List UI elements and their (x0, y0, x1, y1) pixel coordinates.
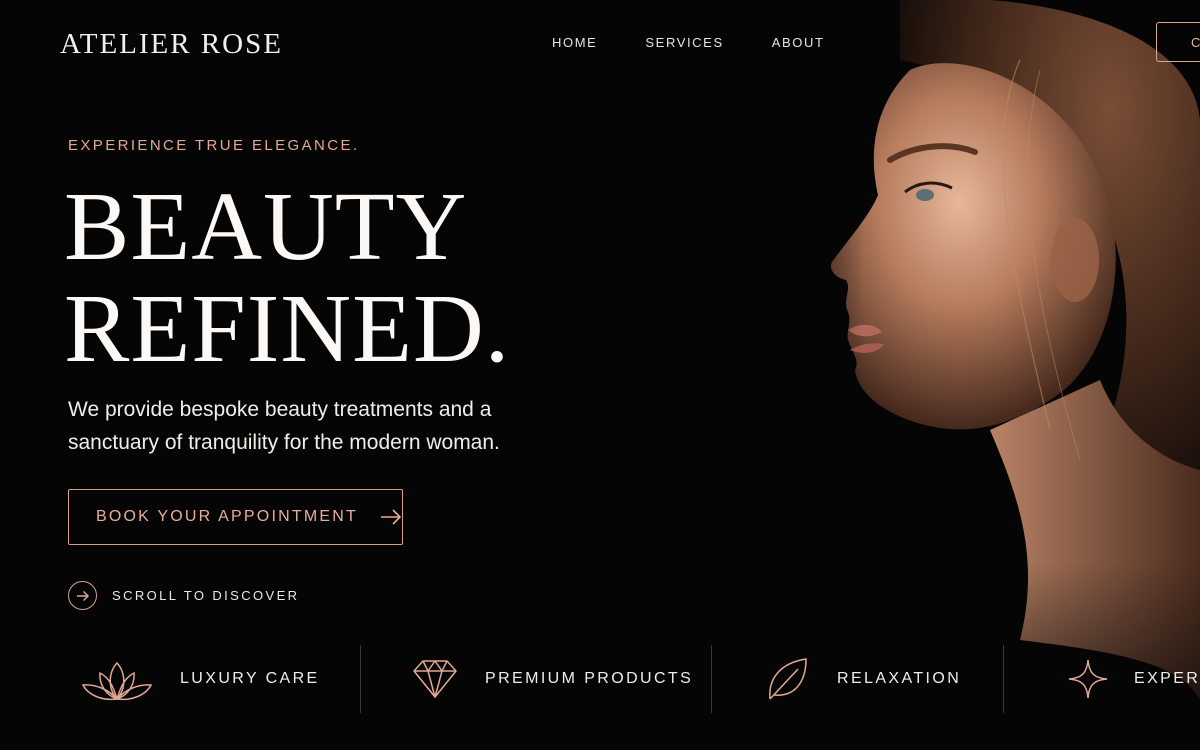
feature-bar: LUXURY CARE PREMIUM PRODUCTS RELAXATION (0, 645, 1200, 713)
hero-portrait-image (720, 0, 1200, 750)
nav-item-services[interactable]: SERVICES (645, 35, 723, 50)
hero-headline: BEAUTY REFINED. (64, 176, 510, 380)
feature-label: LUXURY CARE (180, 670, 320, 687)
feature-expert: EXPERT (1066, 645, 1200, 713)
feature-label: RELAXATION (837, 670, 962, 687)
feature-premium-products: PREMIUM PRODUCTS (410, 645, 693, 713)
brand-logo[interactable]: ATELIER ROSE (60, 28, 283, 61)
lotus-icon (81, 661, 153, 701)
nav-item-home[interactable]: HOME (552, 35, 597, 50)
feature-relaxation: RELAXATION (764, 645, 961, 713)
hero-lead-text: We provide bespoke beauty treatments and… (68, 398, 500, 454)
scroll-to-discover-link[interactable]: SCROLL TO DISCOVER (68, 581, 299, 610)
feature-luxury-care: LUXURY CARE (80, 645, 320, 713)
headline-line-2: REFINED. (64, 275, 511, 383)
feature-label: EXPERT (1134, 670, 1200, 687)
feature-divider (1003, 645, 1004, 713)
contact-button[interactable]: C (1156, 22, 1200, 62)
feature-divider (360, 645, 361, 713)
book-appointment-label: BOOK YOUR APPOINTMENT (96, 508, 358, 525)
nav-item-about[interactable]: ABOUT (772, 35, 825, 50)
arrow-circle-icon (68, 581, 97, 610)
main-nav: HOME SERVICES ABOUT (552, 35, 825, 50)
feature-divider (711, 645, 712, 713)
leaf-icon (769, 658, 807, 700)
headline-line-1: BEAUTY (64, 173, 468, 281)
sparkle-icon (1068, 659, 1108, 699)
scroll-label: SCROLL TO DISCOVER (112, 588, 300, 603)
feature-label: PREMIUM PRODUCTS (485, 670, 694, 687)
diamond-icon (413, 660, 457, 698)
hero-eyebrow: EXPERIENCE TRUE ELEGANCE. (68, 137, 360, 154)
arrow-right-icon (380, 509, 402, 525)
book-appointment-button[interactable]: BOOK YOUR APPOINTMENT (68, 489, 403, 545)
